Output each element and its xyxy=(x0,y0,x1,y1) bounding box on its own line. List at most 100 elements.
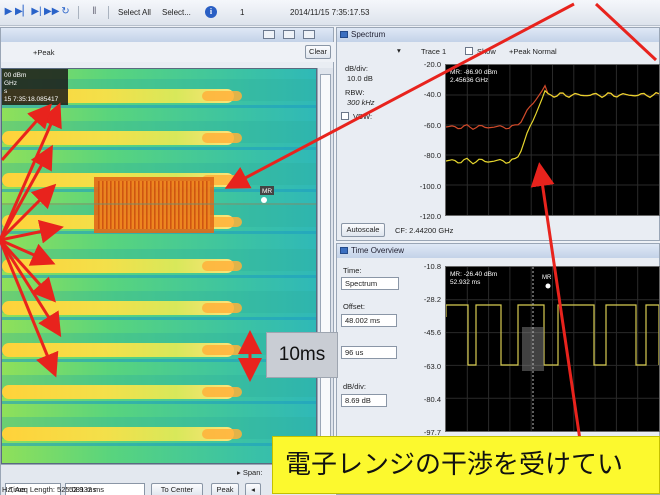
time-db-div-field[interactable]: 8.69 dB xyxy=(341,394,387,407)
autoscale-button[interactable]: Autoscale xyxy=(341,223,385,237)
db-div-value: 10.0 dB xyxy=(347,74,373,83)
record-index: 1 xyxy=(240,8,245,17)
play-icon[interactable]: ▶ xyxy=(2,5,15,19)
interference-stripe xyxy=(138,181,140,229)
peak-button[interactable]: Peak xyxy=(211,483,239,495)
to-center-button[interactable]: To Center xyxy=(151,483,203,495)
interference-stripe xyxy=(162,181,164,229)
step-forward-icon[interactable]: ▶▏ xyxy=(15,5,30,19)
interference-stripe xyxy=(186,181,188,229)
interference-stripe xyxy=(182,181,184,229)
interference-stripe xyxy=(102,181,104,229)
spectrum-plot[interactable]: MR: -86.90 dBm 2.45636 GHz xyxy=(445,64,660,216)
rbw-value: 300 kHz xyxy=(347,98,375,107)
window-icon[interactable] xyxy=(263,30,275,39)
y-tick-label: -120.0 xyxy=(419,212,441,221)
show-checkbox[interactable] xyxy=(465,47,473,55)
spectrogram-bands xyxy=(2,79,316,446)
spectrogram-scrollbar[interactable] xyxy=(317,68,333,464)
length-field[interactable]: 96 us xyxy=(341,346,397,359)
y-tick-label: -45.6 xyxy=(423,328,441,338)
vbw-checkbox[interactable] xyxy=(341,112,349,120)
record-timestamp: 2014/11/15 7:35:17.53 xyxy=(290,8,370,17)
trace-label: Trace 1 xyxy=(421,47,447,56)
select-button[interactable]: Select... xyxy=(162,8,191,17)
spectrogram-marker-tag-text: MR xyxy=(262,188,272,195)
pulse-band-tail xyxy=(202,345,242,355)
band-gap xyxy=(2,105,316,108)
spectrogram-plot[interactable]: MR 00 dBm GHz s 15 7:35:18.085417 xyxy=(1,68,317,464)
acquisition-status: Hz, Acq Length: 525.081 ms xyxy=(2,485,97,494)
offset-field[interactable]: 48.002 ms xyxy=(341,314,397,327)
interference-stripe xyxy=(174,181,176,229)
interference-stripe xyxy=(130,181,132,229)
y-tick-label: -60.0 xyxy=(423,120,441,130)
interference-stripe xyxy=(118,181,120,229)
marker-prev-button[interactable]: ◂ xyxy=(245,483,261,495)
offset-label: Offset: xyxy=(343,302,365,311)
pulse-band-tail xyxy=(202,429,242,439)
interference-stripe xyxy=(194,181,196,229)
interval-annotation: 10ms xyxy=(266,332,338,378)
y-tick-label: -80.0 xyxy=(423,151,441,161)
select-all-button[interactable]: Select All xyxy=(118,8,151,17)
peak-marker-icon[interactable] xyxy=(545,283,551,289)
chevron-down-icon[interactable]: ▾ xyxy=(397,46,401,55)
loop-icon[interactable]: ↻ xyxy=(59,5,72,19)
y-tick-label: -80.4 xyxy=(423,394,441,404)
pulse-band-tail xyxy=(202,133,242,143)
toolbar-divider xyxy=(78,6,79,19)
span-label: ▸ Span: xyxy=(237,468,263,477)
y-tick-label: -63.0 xyxy=(423,361,441,371)
interference-stripe xyxy=(206,181,208,229)
toolbar-divider xyxy=(108,6,109,19)
interference-stripe xyxy=(98,181,100,229)
spectrogram-panel: +Peak Clear MR 00 dBm GHz s 15 7:35:18.0… xyxy=(0,27,335,495)
time-overview-title-bar: Time Overview xyxy=(337,244,659,258)
pulse-band-tail xyxy=(202,91,242,101)
y-tick-label: -10.8 xyxy=(423,262,441,271)
caption-banner: 電子レンジの干渉を受けてい xyxy=(272,436,660,494)
window-icon[interactable] xyxy=(283,30,295,39)
time-source-select[interactable]: Spectrum xyxy=(341,277,399,290)
interference-stripe xyxy=(146,181,148,229)
pulse-band xyxy=(2,131,234,145)
interference-stripe xyxy=(190,181,192,229)
close-icon[interactable] xyxy=(303,30,315,39)
pulse-band-tail xyxy=(202,387,242,397)
interference-stripe xyxy=(106,181,108,229)
band-gap xyxy=(2,147,316,150)
band-gap xyxy=(2,275,316,278)
db-div-label: dB/div: xyxy=(345,64,368,73)
spectrogram-header: +Peak Clear xyxy=(1,42,335,62)
fast-forward-icon[interactable]: ▶▶ xyxy=(44,5,59,19)
interference-stripe xyxy=(198,181,200,229)
peak-marker-icon[interactable] xyxy=(261,197,267,203)
pulse-band xyxy=(2,301,234,315)
info-icon[interactable]: i xyxy=(205,6,217,18)
vbw-label: VBW: xyxy=(353,112,373,121)
interference-stripe xyxy=(170,181,172,229)
skip-end-icon[interactable]: ▶| xyxy=(30,5,43,19)
spectrum-title: Spectrum xyxy=(351,30,386,39)
time-marker-tag: MR xyxy=(542,275,552,281)
clear-button[interactable]: Clear xyxy=(305,45,331,59)
pulse-band-tail xyxy=(202,261,242,271)
pulse-band xyxy=(2,427,234,441)
pause-icon[interactable]: ‖ xyxy=(88,5,101,19)
pulse-band-tail xyxy=(202,303,242,313)
interference-stripe xyxy=(154,181,156,229)
y-tick-label: -100.0 xyxy=(419,181,441,191)
time-overview-title: Time Overview xyxy=(351,246,405,255)
time-label: Time: xyxy=(343,266,362,275)
time-overview-plot[interactable]: MR MR: -26.40 dBm 52.932 ms xyxy=(445,266,660,432)
interference-stripe xyxy=(202,181,204,229)
band-gap xyxy=(2,317,316,320)
interference-stripe xyxy=(114,181,116,229)
interference-stripe xyxy=(166,181,168,229)
interference-stripe xyxy=(142,181,144,229)
pulse-band xyxy=(2,343,234,357)
scrollbar-thumb[interactable] xyxy=(320,74,331,450)
toolbar: ▶ ▶▏ ▶| ▶▶ ↻ ‖ Select All Select... i 1 … xyxy=(0,0,660,26)
pulse-band xyxy=(2,385,234,399)
